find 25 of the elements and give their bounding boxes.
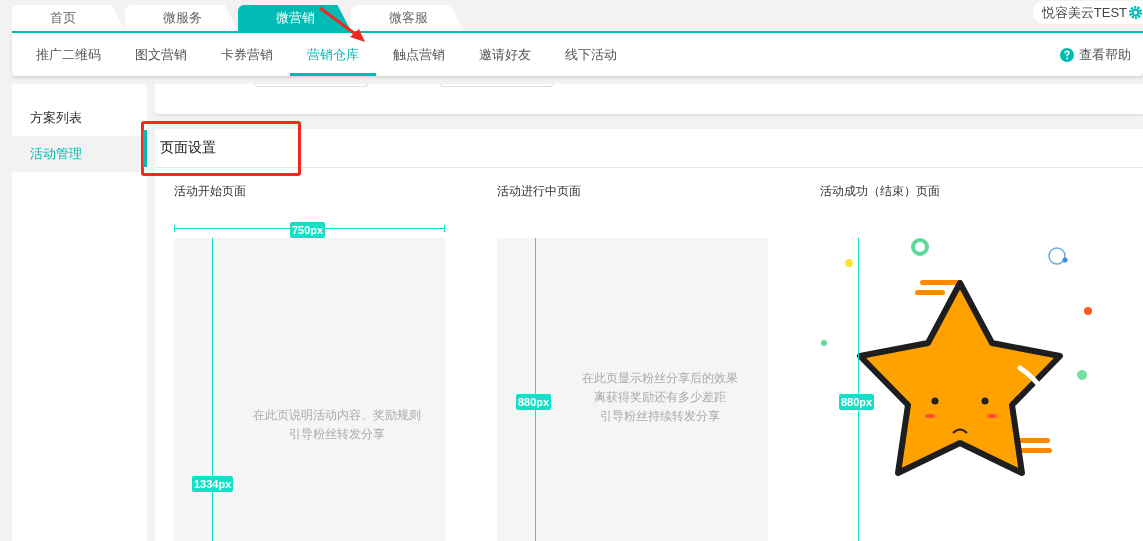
top-tab[interactable]: 微服务 <box>125 5 238 31</box>
page-title: 活动开始页面 <box>174 183 247 200</box>
nav-tab[interactable]: 推广二维码 <box>19 33 118 76</box>
top-tab[interactable]: 首页 <box>12 5 125 31</box>
side-accent <box>143 130 147 167</box>
nav-tab[interactable]: 触点营销 <box>376 33 462 76</box>
page-title: 活动进行中页面 <box>497 183 582 200</box>
height-label: 880px <box>516 394 552 410</box>
page-description: 在此页显示粉丝分享后的效果 离获得奖励还有多少差距 引导粉丝持续转发分享 <box>580 370 739 425</box>
page-description: 在此页说明活动内容、奖励规则 引导粉丝转发分享 <box>251 407 422 443</box>
section-title: 页面设置 <box>160 139 216 157</box>
page-title: 活动成功（结束）页面 <box>820 183 941 200</box>
top-tab[interactable]: 微客服 <box>351 5 464 31</box>
nav-tab[interactable]: 图文营销 <box>118 33 204 76</box>
nav-tab[interactable]: 邀请好友 <box>462 33 548 76</box>
account-name[interactable]: 悦容美云TEST <box>1032 1 1143 24</box>
nav-tab[interactable]: 线下活动 <box>548 33 634 76</box>
nav-tab[interactable]: 卡券营销 <box>204 33 290 76</box>
height-label: 880px <box>839 394 875 410</box>
height-label: 1334px <box>192 476 234 492</box>
sidebar-item[interactable]: 方案列表 <box>12 100 147 136</box>
settings-icon[interactable] <box>1128 5 1143 20</box>
help-link[interactable]: 查看帮助 <box>1079 45 1131 64</box>
width-label: 750px <box>290 222 326 238</box>
help-icon[interactable] <box>1060 47 1074 62</box>
